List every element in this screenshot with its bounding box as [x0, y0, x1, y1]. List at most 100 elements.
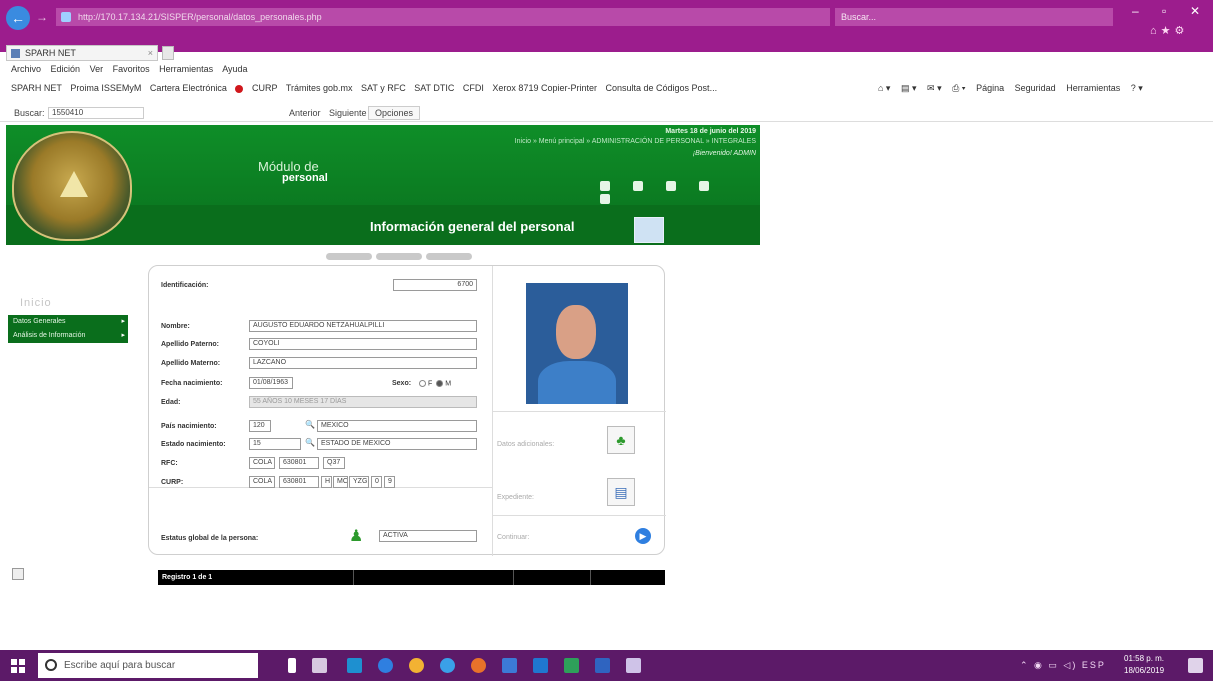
tools-menu[interactable]: Herramientas [1066, 83, 1120, 93]
firefox-icon[interactable] [471, 658, 486, 673]
app-icon[interactable] [440, 658, 455, 673]
feeds-icon[interactable]: ▤ ▾ [901, 83, 917, 93]
estado-code-field[interactable]: 15 [249, 438, 301, 450]
menu-herramientas[interactable]: Herramientas [159, 64, 213, 74]
tab-3[interactable] [426, 253, 472, 260]
photos-icon[interactable] [626, 658, 641, 673]
fav-cartera[interactable]: Cartera Electrónica [150, 83, 227, 93]
curp-part-3[interactable]: H [321, 476, 332, 488]
mail-icon[interactable]: ✉ ▾ [927, 83, 942, 93]
breadcrumb[interactable]: Inicio » Menú principal » ADMINISTRACIÓN… [515, 138, 756, 145]
lookup-icon[interactable]: 🔍 [305, 438, 315, 447]
chrome-icon[interactable] [409, 658, 424, 673]
fav-xerox[interactable]: Xerox 8719 Copier-Printer [492, 83, 597, 93]
language-indicator[interactable]: ESP [1082, 660, 1106, 670]
fav-sparh[interactable]: SPARH NET [11, 83, 62, 93]
tab-1[interactable] [326, 253, 372, 260]
person-status-icon: ♟ [349, 528, 364, 545]
menu-ayuda[interactable]: Ayuda [222, 64, 247, 74]
find-next-button[interactable]: Siguiente [329, 104, 367, 122]
photo-icon[interactable] [699, 181, 709, 191]
curp-part-1[interactable]: COLA [249, 476, 275, 488]
nombre-field[interactable]: AUGUSTO EDUARDO NETZAHUALPILLI [249, 320, 477, 332]
minimize-icon[interactable]: – [1132, 4, 1139, 18]
excel-icon[interactable] [564, 658, 579, 673]
employee-photo [526, 283, 628, 404]
find-options-button[interactable]: Opciones [368, 106, 421, 120]
edge-icon[interactable] [378, 658, 393, 673]
exit-icon[interactable] [600, 194, 610, 204]
rfc-part-3[interactable]: Q37 [323, 457, 345, 469]
fav-proima[interactable]: Proima ISSEMyM [70, 83, 141, 93]
curp-part-4[interactable]: MC [333, 476, 348, 488]
home-icon[interactable]: ⌂ ▾ [878, 83, 890, 93]
estado-field[interactable]: ESTADO DE MEXICO [317, 438, 477, 450]
close-icon[interactable]: ✕ [1190, 4, 1200, 18]
continue-arrow-icon[interactable]: ▶ [635, 528, 651, 544]
edit-icon[interactable] [12, 568, 24, 580]
fav-codigos-post[interactable]: Consulta de Códigos Post... [606, 83, 718, 93]
help-icon[interactable]: ? ▾ [1131, 83, 1143, 93]
lookup-icon[interactable]: 🔍 [305, 420, 315, 429]
address-bar[interactable]: http://170.17.134.21/SISPER/personal/dat… [56, 8, 830, 26]
curp-part-2[interactable]: 630801 [279, 476, 319, 488]
curp-part-6[interactable]: 0 [371, 476, 382, 488]
menu-archivo[interactable]: Archivo [11, 64, 41, 74]
fav-sat-rfc[interactable]: SAT y RFC [361, 83, 406, 93]
form-tabs [326, 252, 476, 260]
tab-2[interactable] [376, 253, 422, 260]
pais-field[interactable]: MEXICO [317, 420, 477, 432]
new-tab-button[interactable] [162, 46, 174, 60]
menu-favoritos[interactable]: Favoritos [113, 64, 150, 74]
divider [590, 570, 591, 585]
taskbar-clock[interactable]: 01:58 p. m. 18/06/2019 [1124, 653, 1164, 677]
fecha-field[interactable]: 01/08/1963 [249, 377, 293, 389]
curp-part-7[interactable]: 9 [384, 476, 395, 488]
security-menu[interactable]: Seguridad [1015, 83, 1056, 93]
left-menu-datos-generales[interactable]: Datos Generales ▸ [8, 315, 128, 329]
microphone-icon[interactable] [288, 658, 296, 673]
datos-adicionales-button[interactable]: ♣ [607, 426, 635, 454]
word-icon[interactable] [595, 658, 610, 673]
mail-app-icon[interactable] [502, 658, 517, 673]
fav-curp[interactable]: CURP [252, 83, 278, 93]
windows-start-icon[interactable] [11, 659, 25, 673]
maximize-icon[interactable]: ▫ [1162, 4, 1166, 18]
task-view-icon[interactable] [312, 658, 327, 673]
store-icon[interactable] [347, 658, 362, 673]
ap-materno-field[interactable]: LAZCANO [249, 357, 477, 369]
browser-tab[interactable]: SPARH NET × [6, 45, 158, 61]
back-arrow-icon[interactable]: ← [6, 6, 30, 30]
curp-part-5[interactable]: YZG [349, 476, 369, 488]
id-field[interactable]: 6700 [393, 279, 477, 291]
rfc-part-1[interactable]: COLA [249, 457, 275, 469]
sexo-m-radio[interactable] [436, 380, 444, 387]
find-input[interactable]: 1550410 [48, 107, 144, 119]
fav-tramites[interactable]: Trámites gob.mx [286, 83, 353, 93]
estatus-field[interactable]: ACTIVA [379, 530, 477, 542]
sexo-f-radio[interactable] [419, 380, 427, 387]
ie-icon[interactable] [533, 658, 548, 673]
find-previous-button[interactable]: Anterior [289, 104, 321, 122]
fav-cfdi[interactable]: CFDI [463, 83, 484, 93]
rfc-part-2[interactable]: 630801 [279, 457, 319, 469]
forward-arrow-icon[interactable]: → [34, 9, 50, 25]
notifications-icon[interactable] [1188, 658, 1203, 673]
menu-ver[interactable]: Ver [90, 64, 104, 74]
tab-close-icon[interactable]: × [148, 46, 153, 60]
print-icon[interactable]: ⎙ ▾ [952, 83, 965, 93]
monitor-icon[interactable] [600, 181, 610, 191]
cortana-icon [45, 659, 57, 671]
taskbar-search[interactable]: Escribe aquí para buscar [38, 653, 258, 678]
refresh-icon[interactable] [633, 181, 643, 191]
page-menu[interactable]: Página [976, 83, 1004, 93]
expediente-button[interactable]: ▤ [607, 478, 635, 506]
ap-paterno-field[interactable]: COYOLI [249, 338, 477, 350]
menu-edicion[interactable]: Edición [51, 64, 81, 74]
fav-sat-dtic[interactable]: SAT DTIC [414, 83, 454, 93]
left-menu-analisis[interactable]: Análisis de Información ▸ [8, 329, 128, 343]
browser-search-input[interactable]: Buscar... [835, 8, 1113, 26]
system-tray[interactable]: ⌃ ◉ ▭ ◁) ESP [1020, 660, 1106, 671]
pais-code-field[interactable]: 120 [249, 420, 271, 432]
document-icon[interactable] [666, 181, 676, 191]
